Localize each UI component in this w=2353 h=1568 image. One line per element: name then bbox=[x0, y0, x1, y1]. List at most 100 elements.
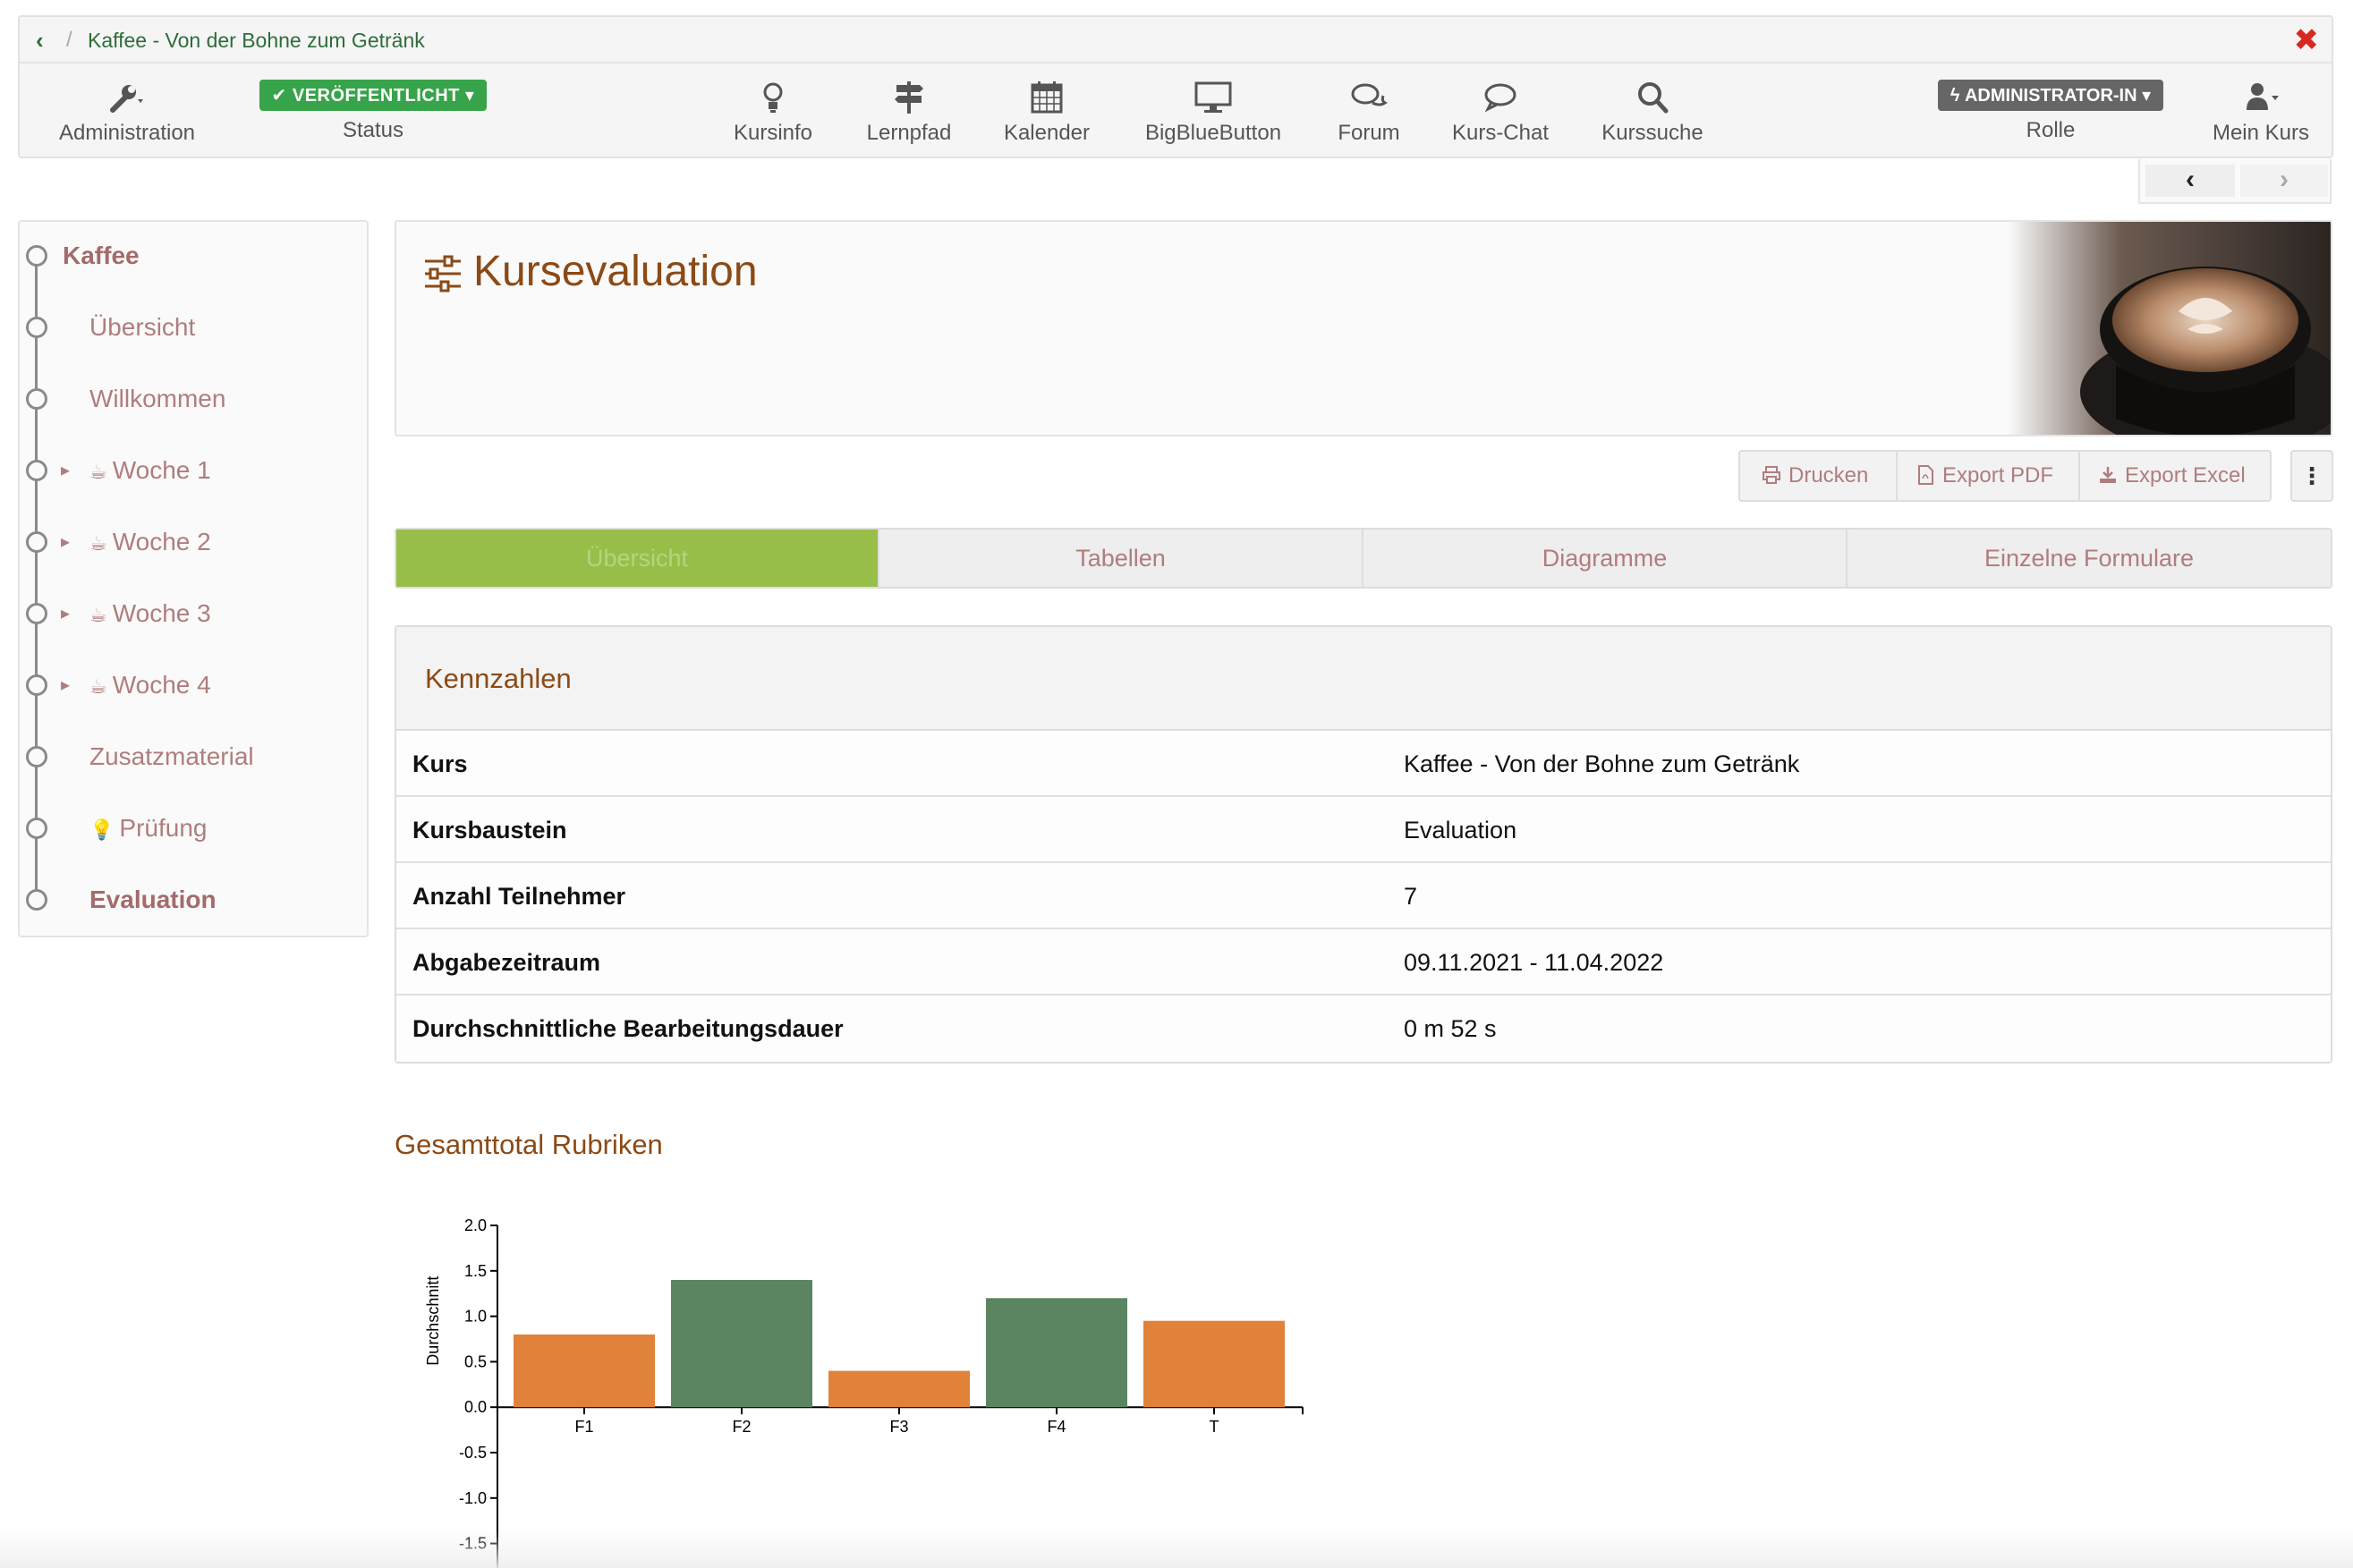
x-tick-label: T bbox=[1210, 1418, 1219, 1436]
y-tick-label: 2.0 bbox=[464, 1216, 487, 1234]
nav-item-woche-2[interactable]: ▸ ☕ Woche 2 bbox=[20, 508, 369, 580]
page-title: Kursevaluation bbox=[473, 248, 758, 295]
tool-bigbluebutton[interactable]: BigBlueButton bbox=[1124, 64, 1303, 160]
y-tick-label: 0.5 bbox=[464, 1352, 487, 1370]
x-tick-label: F1 bbox=[574, 1418, 593, 1436]
node-circle-icon bbox=[26, 818, 47, 839]
breadcrumb: ‹ / Kaffee - Von der Bohne zum Getränk ✖ bbox=[20, 17, 2332, 64]
expand-caret-icon[interactable]: ▸ bbox=[61, 601, 70, 626]
nav-item-woche-4[interactable]: ▸ ☕ Woche 4 bbox=[20, 651, 369, 723]
y-tick-label: 0.0 bbox=[464, 1398, 487, 1416]
tool-label: BigBlueButton bbox=[1144, 121, 1282, 145]
y-axis-label: Durchschnitt bbox=[424, 1276, 442, 1366]
expand-caret-icon[interactable]: ▸ bbox=[61, 530, 70, 555]
table-row: Kurs Kaffee - Von der Bohne zum Getränk bbox=[396, 731, 2331, 797]
bar-f3 bbox=[828, 1370, 970, 1408]
back-chevron-icon[interactable]: ‹ bbox=[36, 28, 63, 53]
nav-item-woche-3[interactable]: ▸ ☕ Woche 3 bbox=[20, 580, 369, 651]
my-course-menu[interactable]: Mein Kurs bbox=[2194, 64, 2328, 160]
nav-item-kaffee[interactable]: Kaffee bbox=[20, 222, 369, 293]
tool-lernpfad[interactable]: Lernpfad bbox=[837, 64, 981, 160]
key-figures-panel: Kennzahlen Kurs Kaffee - Von der Bohne z… bbox=[395, 625, 2332, 1064]
node-circle-icon bbox=[26, 746, 47, 767]
row-key: Kursbaustein bbox=[412, 817, 567, 843]
page-header: Kursevaluation bbox=[395, 220, 2332, 436]
table-row: Abgabezeitraum 09.11.2021 - 11.04.2022 bbox=[396, 929, 2331, 996]
tool-label: Kurs-Chat bbox=[1451, 121, 1550, 145]
row-key: Anzahl Teilnehmer bbox=[412, 883, 626, 910]
coffee-cup-icon: ☕ bbox=[89, 461, 107, 483]
y-tick-label: 1.0 bbox=[464, 1308, 487, 1326]
nav-label: Zusatzmaterial bbox=[89, 742, 254, 770]
nav-label: Woche 1 bbox=[112, 456, 211, 484]
nav-label: Woche 2 bbox=[112, 528, 211, 555]
y-tick-label: 1.5 bbox=[464, 1262, 487, 1280]
bar-f4 bbox=[986, 1298, 1127, 1408]
export-excel-button[interactable]: Export Excel bbox=[2098, 452, 2246, 500]
table-row: Kursbaustein Evaluation bbox=[396, 797, 2331, 863]
tool-kurs-chat[interactable]: Kurs-Chat bbox=[1429, 64, 1572, 160]
role-badge[interactable]: ϟ ADMINISTRATOR-IN ▾ bbox=[1937, 80, 2164, 111]
row-value: Kaffee - Von der Bohne zum Getränk bbox=[1404, 750, 1800, 777]
nav-label: Woche 4 bbox=[112, 671, 211, 699]
previous-node-button[interactable]: ‹ bbox=[2145, 165, 2235, 197]
tool-kurssuche[interactable]: Kurssuche bbox=[1581, 64, 1724, 160]
nav-item-uebersicht[interactable]: Übersicht bbox=[20, 293, 369, 365]
tab-uebersicht[interactable]: Übersicht bbox=[396, 530, 879, 587]
export-pdf-button[interactable]: Export PDF bbox=[1916, 452, 2053, 500]
expand-caret-icon[interactable]: ▸ bbox=[61, 458, 70, 483]
tool-forum[interactable]: Forum bbox=[1297, 64, 1440, 160]
role-menu[interactable]: ϟ ADMINISTRATOR-IN ▾ Rolle bbox=[1916, 64, 2185, 160]
node-circle-icon bbox=[26, 245, 47, 267]
tab-diagramme[interactable]: Diagramme bbox=[1363, 530, 1848, 587]
administration-label: Administration bbox=[58, 121, 196, 145]
next-node-button[interactable]: › bbox=[2240, 165, 2328, 197]
button-divider bbox=[2078, 452, 2080, 500]
download-icon bbox=[2100, 467, 2116, 483]
user-icon bbox=[2247, 83, 2279, 110]
row-key: Kurs bbox=[412, 750, 468, 777]
course-navigation: Kaffee Übersicht Willkommen ▸ ☕ Woche 1 ▸… bbox=[18, 220, 369, 937]
tool-label: Kurssuche bbox=[1601, 121, 1703, 145]
nav-label: Willkommen bbox=[89, 385, 226, 412]
nav-item-woche-1[interactable]: ▸ ☕ Woche 1 bbox=[20, 436, 369, 508]
node-circle-icon bbox=[26, 317, 47, 338]
button-divider bbox=[1896, 452, 1898, 500]
row-key: Abgabezeitraum bbox=[412, 949, 601, 976]
nav-label: Kaffee bbox=[63, 242, 140, 269]
breadcrumb-separator: / bbox=[66, 28, 72, 52]
evaluation-tabs: Übersicht Tabellen Diagramme Einzelne Fo… bbox=[395, 528, 2332, 589]
print-button[interactable]: Drucken bbox=[1762, 452, 1868, 500]
lightbulb-icon bbox=[763, 82, 783, 113]
close-icon[interactable]: ✖ bbox=[2294, 24, 2320, 56]
nav-item-evaluation[interactable]: Evaluation bbox=[20, 866, 369, 937]
role-label: Rolle bbox=[2026, 118, 2076, 142]
tab-tabellen[interactable]: Tabellen bbox=[879, 530, 1363, 587]
row-value: 0 m 52 s bbox=[1404, 1015, 1497, 1042]
chart-heading: Gesamttotal Rubriken bbox=[395, 1129, 663, 1160]
nav-item-pruefung[interactable]: 💡 Prüfung bbox=[20, 794, 369, 866]
tab-einzelne-formulare[interactable]: Einzelne Formulare bbox=[1848, 530, 2331, 587]
more-options-button[interactable]: ⋮ bbox=[2290, 450, 2333, 502]
node-circle-icon bbox=[26, 388, 47, 410]
table-row: Durchschnittliche Bearbeitungsdauer 0 m … bbox=[396, 996, 2331, 1062]
node-pager: ‹ › bbox=[2138, 159, 2332, 204]
export-pdf-label: Export PDF bbox=[1942, 463, 2054, 487]
nav-label: Übersicht bbox=[89, 313, 196, 341]
node-circle-icon bbox=[26, 674, 47, 696]
pdf-file-icon bbox=[1918, 465, 1933, 485]
my-course-label: Mein Kurs bbox=[2212, 121, 2310, 145]
status-menu[interactable]: ✔ VERÖFFENTLICHT ▾ Status bbox=[243, 64, 503, 160]
tool-kalender[interactable]: Kalender bbox=[975, 64, 1118, 160]
expand-caret-icon[interactable]: ▸ bbox=[61, 673, 70, 698]
print-label: Drucken bbox=[1788, 463, 1869, 487]
administration-menu[interactable]: Administration bbox=[38, 64, 217, 160]
monitor-icon bbox=[1194, 81, 1232, 113]
node-circle-icon bbox=[26, 603, 47, 624]
nav-item-zusatzmaterial[interactable]: Zusatzmaterial bbox=[20, 723, 369, 794]
lightbulb-icon: 💡 bbox=[89, 818, 115, 841]
tool-kursinfo[interactable]: Kursinfo bbox=[701, 64, 845, 160]
breadcrumb-course-link[interactable]: Kaffee - Von der Bohne zum Getränk bbox=[88, 28, 425, 53]
nav-item-willkommen[interactable]: Willkommen bbox=[20, 365, 369, 436]
status-badge[interactable]: ✔ VERÖFFENTLICHT ▾ bbox=[259, 80, 488, 111]
